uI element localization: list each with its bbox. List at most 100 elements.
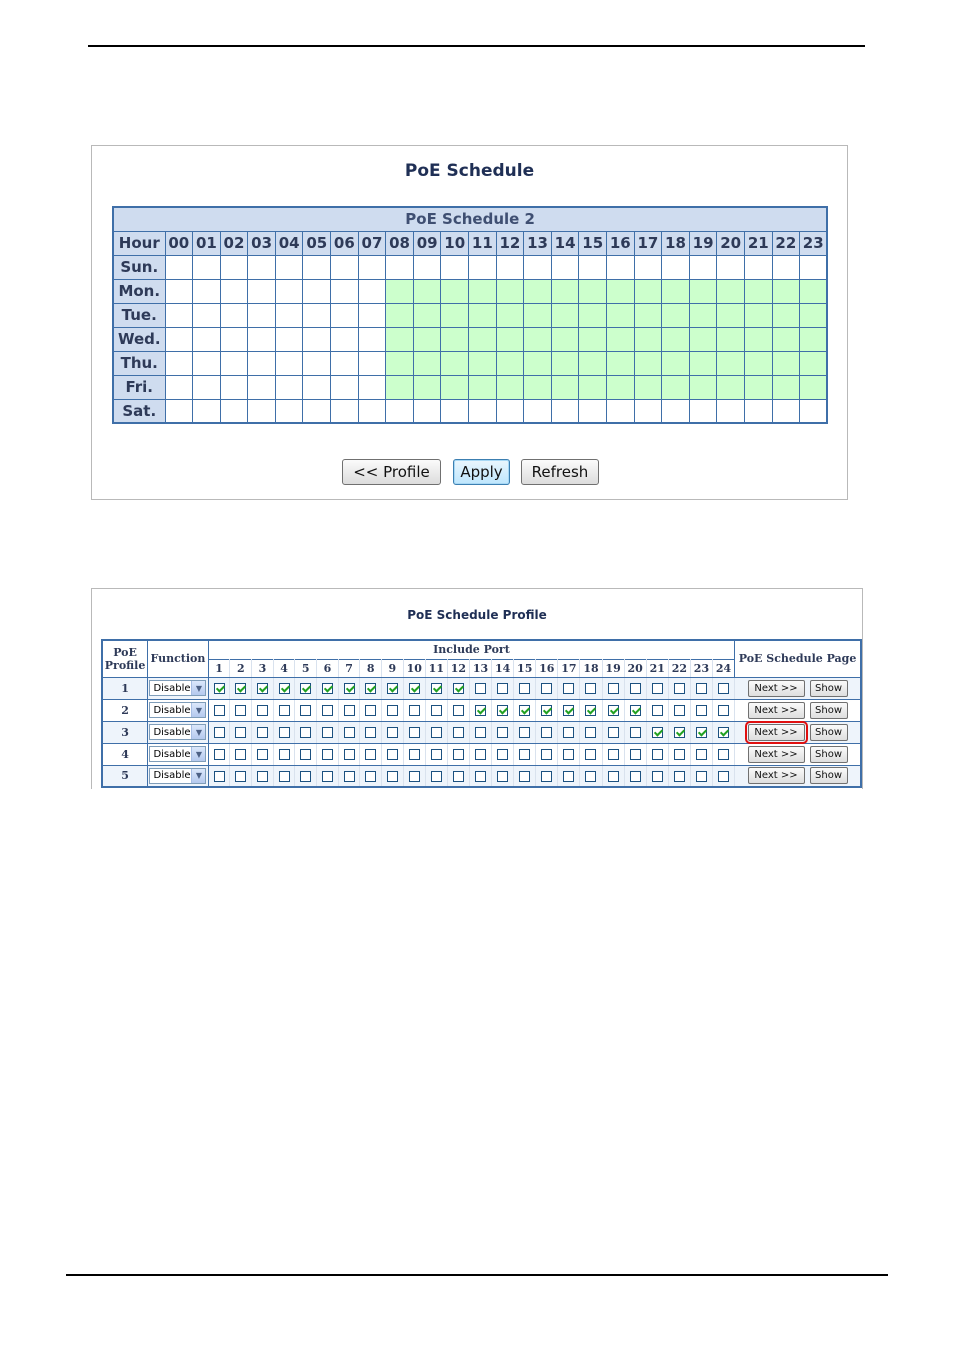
- port-checkbox[interactable]: [541, 749, 553, 760]
- port-checkbox[interactable]: [278, 749, 290, 760]
- schedule-cell[interactable]: [412, 350, 442, 376]
- schedule-cell[interactable]: [440, 278, 470, 304]
- schedule-cell[interactable]: [743, 254, 773, 280]
- schedule-cell[interactable]: [771, 398, 801, 424]
- schedule-cell[interactable]: [661, 374, 690, 400]
- port-checkbox[interactable]: [475, 727, 487, 738]
- port-checkbox[interactable]: [278, 705, 290, 716]
- schedule-cell[interactable]: [219, 326, 249, 352]
- port-checkbox[interactable]: [541, 705, 553, 716]
- schedule-cell[interactable]: [550, 326, 580, 352]
- schedule-cell[interactable]: [274, 350, 304, 376]
- schedule-cell[interactable]: [274, 302, 304, 328]
- port-checkbox[interactable]: [321, 770, 333, 782]
- port-checkbox[interactable]: [300, 683, 312, 694]
- schedule-cell[interactable]: [164, 398, 194, 424]
- port-checkbox[interactable]: [673, 727, 685, 738]
- function-select[interactable]: Disable ▼: [149, 702, 207, 718]
- schedule-cell[interactable]: [357, 302, 387, 328]
- schedule-cell[interactable]: [219, 398, 249, 424]
- port-checkbox[interactable]: [452, 705, 464, 716]
- schedule-cell[interactable]: [192, 302, 221, 328]
- schedule-cell[interactable]: [633, 374, 663, 400]
- port-checkbox[interactable]: [213, 770, 225, 782]
- port-checkbox[interactable]: [585, 770, 597, 782]
- schedule-cell[interactable]: [550, 374, 580, 400]
- schedule-cell[interactable]: [495, 302, 525, 328]
- port-checkbox[interactable]: [541, 770, 553, 782]
- schedule-cell[interactable]: [606, 326, 635, 352]
- function-select[interactable]: Disable ▼: [149, 767, 207, 784]
- port-checkbox[interactable]: [695, 770, 707, 782]
- chevron-down-icon[interactable]: ▼: [191, 747, 206, 761]
- port-checkbox[interactable]: [430, 727, 442, 738]
- port-checkbox[interactable]: [695, 683, 707, 694]
- port-checkbox[interactable]: [452, 749, 464, 760]
- schedule-cell[interactable]: [385, 398, 414, 424]
- chevron-down-icon[interactable]: ▼: [191, 703, 206, 717]
- port-checkbox[interactable]: [408, 770, 420, 782]
- apply-button[interactable]: Apply: [453, 459, 510, 485]
- port-checkbox[interactable]: [365, 770, 377, 782]
- port-checkbox[interactable]: [343, 770, 355, 782]
- schedule-cell[interactable]: [799, 254, 828, 280]
- schedule-cell[interactable]: [606, 254, 635, 280]
- schedule-cell[interactable]: [633, 326, 663, 352]
- schedule-cell[interactable]: [247, 398, 276, 424]
- schedule-cell[interactable]: [550, 254, 580, 280]
- schedule-cell[interactable]: [302, 326, 332, 352]
- port-checkbox[interactable]: [585, 727, 597, 738]
- schedule-cell[interactable]: [164, 350, 194, 376]
- schedule-cell[interactable]: [578, 278, 607, 304]
- schedule-cell[interactable]: [633, 350, 663, 376]
- schedule-cell[interactable]: [716, 302, 745, 328]
- schedule-cell[interactable]: [330, 302, 359, 328]
- port-checkbox[interactable]: [321, 727, 333, 738]
- schedule-cell[interactable]: [192, 374, 221, 400]
- port-checkbox[interactable]: [213, 683, 225, 694]
- schedule-cell[interactable]: [550, 350, 580, 376]
- port-checkbox[interactable]: [695, 749, 707, 760]
- schedule-cell[interactable]: [219, 302, 249, 328]
- schedule-cell[interactable]: [716, 398, 745, 424]
- schedule-cell[interactable]: [440, 302, 470, 328]
- port-checkbox[interactable]: [343, 749, 355, 760]
- port-checkbox[interactable]: [408, 683, 420, 694]
- schedule-cell[interactable]: [578, 374, 607, 400]
- port-checkbox[interactable]: [563, 705, 575, 716]
- port-checkbox[interactable]: [300, 770, 312, 782]
- port-checkbox[interactable]: [343, 727, 355, 738]
- port-checkbox[interactable]: [235, 727, 247, 738]
- schedule-cell[interactable]: [716, 326, 745, 352]
- port-checkbox[interactable]: [497, 749, 509, 760]
- schedule-cell[interactable]: [219, 350, 249, 376]
- schedule-cell[interactable]: [633, 302, 663, 328]
- schedule-cell[interactable]: [495, 278, 525, 304]
- schedule-cell[interactable]: [523, 254, 552, 280]
- port-checkbox[interactable]: [629, 683, 641, 694]
- port-checkbox[interactable]: [321, 749, 333, 760]
- schedule-cell[interactable]: [743, 278, 773, 304]
- port-checkbox[interactable]: [607, 749, 619, 760]
- next-button[interactable]: Next >>: [747, 701, 805, 719]
- port-checkbox[interactable]: [519, 749, 531, 760]
- schedule-cell[interactable]: [495, 326, 525, 352]
- port-checkbox[interactable]: [673, 770, 685, 782]
- schedule-cell[interactable]: [440, 350, 470, 376]
- schedule-cell[interactable]: [357, 350, 387, 376]
- schedule-cell[interactable]: [495, 350, 525, 376]
- port-checkbox[interactable]: [386, 705, 398, 716]
- port-checkbox[interactable]: [365, 683, 377, 694]
- port-checkbox[interactable]: [629, 749, 641, 760]
- schedule-cell[interactable]: [606, 350, 635, 376]
- port-checkbox[interactable]: [452, 727, 464, 738]
- schedule-cell[interactable]: [771, 278, 801, 304]
- port-checkbox[interactable]: [278, 770, 290, 782]
- function-select[interactable]: Disable ▼: [149, 724, 207, 740]
- schedule-cell[interactable]: [330, 374, 359, 400]
- schedule-cell[interactable]: [606, 278, 635, 304]
- schedule-cell[interactable]: [440, 374, 470, 400]
- port-checkbox[interactable]: [651, 770, 663, 782]
- schedule-cell[interactable]: [385, 326, 414, 352]
- schedule-cell[interactable]: [771, 254, 801, 280]
